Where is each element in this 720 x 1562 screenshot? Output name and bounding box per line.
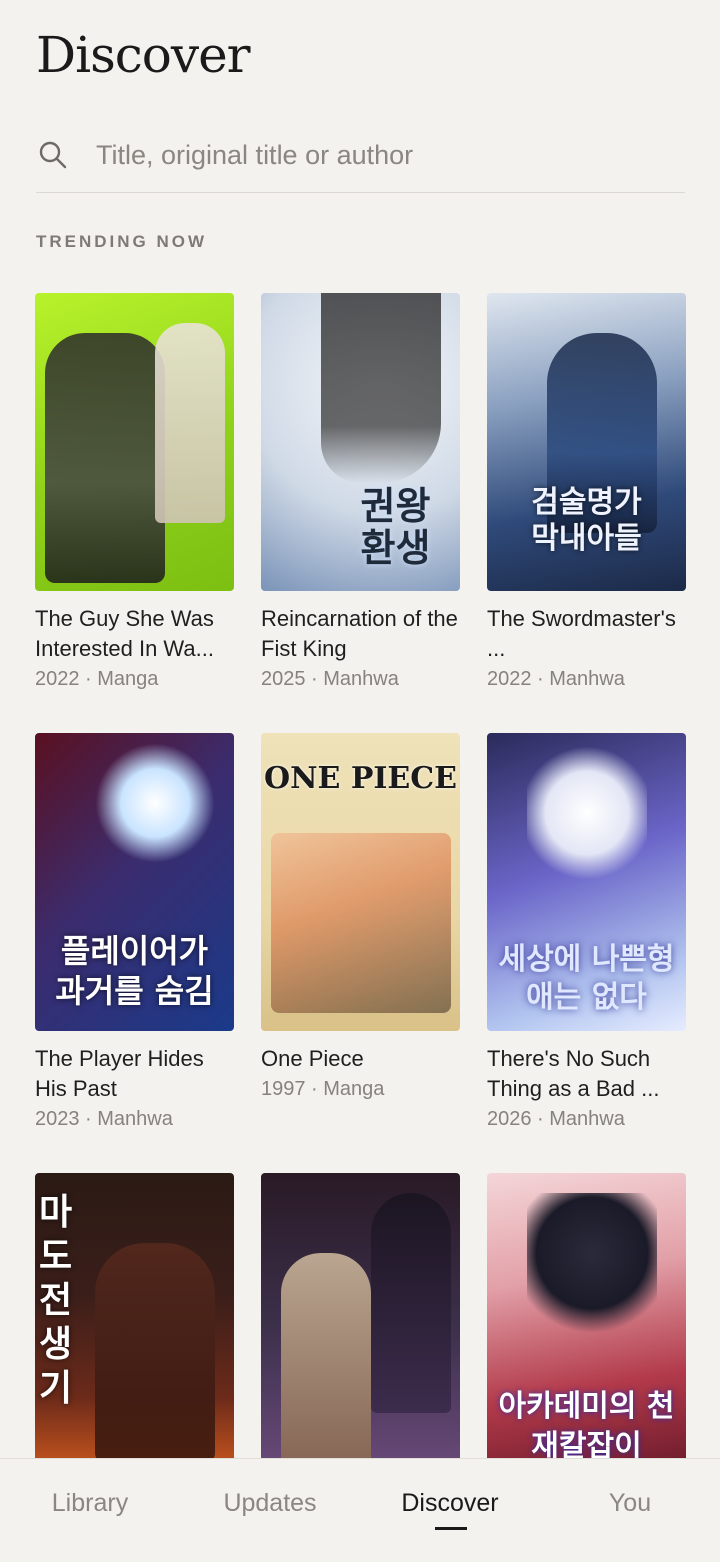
search-bar[interactable] bbox=[36, 118, 685, 193]
card-meta: 2022 · Manga bbox=[35, 668, 159, 690]
title-card[interactable]: 검술명가 막내아들 The Swordmaster's ... 2022 · M… bbox=[487, 293, 686, 694]
tab-library[interactable]: Library bbox=[0, 1489, 180, 1518]
bottom-tab-bar: Library Updates Discover You bbox=[0, 1458, 720, 1562]
title-card[interactable]: 마도전생기 bbox=[35, 1173, 234, 1458]
search-icon bbox=[39, 141, 67, 169]
card-meta: 2022 · Manhwa bbox=[487, 668, 625, 690]
cover-title-text: ONE PIECE bbox=[263, 761, 458, 796]
card-title: The Guy She Was Interested In Wa... bbox=[35, 606, 214, 661]
tab-updates[interactable]: Updates bbox=[180, 1489, 360, 1518]
cover-image[interactable]: 검술명가 막내아들 bbox=[487, 293, 686, 591]
card-title: The Player Hides His Past bbox=[35, 1046, 204, 1101]
cover-title-text: 권왕 환생 bbox=[360, 484, 431, 570]
cover-title-text: 세상에 나쁜형애는 없다 bbox=[498, 942, 675, 1015]
cover-title-text: 마도전생기 bbox=[39, 1192, 73, 1409]
cover-image[interactable]: ONE PIECE bbox=[261, 733, 460, 1031]
title-card[interactable]: 권왕 환생 Reincarnation of the Fist King 202… bbox=[261, 293, 460, 694]
title-card[interactable]: The Guy She Was Interested In Wa... 2022… bbox=[35, 293, 234, 694]
title-card[interactable]: 플레이어가 과거를 숨김 The Player Hides His Past 2… bbox=[35, 733, 234, 1134]
card-title: Reincarnation of the Fist King bbox=[261, 606, 458, 661]
cover-image[interactable]: 세상에 나쁜형애는 없다 bbox=[487, 733, 686, 1031]
section-heading-trending: TRENDING NOW bbox=[36, 232, 208, 251]
cover-image[interactable] bbox=[261, 1173, 460, 1458]
cover-title-text: 아카데미의 천재칼잡이 bbox=[498, 1389, 675, 1458]
active-tab-indicator bbox=[435, 1527, 467, 1530]
card-title: The Swordmaster's ... bbox=[487, 606, 676, 661]
card-title: There's No Such Thing as a Bad ... bbox=[487, 1046, 660, 1101]
cover-image[interactable] bbox=[35, 293, 234, 591]
cover-title-text: 플레이어가 과거를 숨김 bbox=[55, 932, 214, 1010]
cover-image[interactable]: 아카데미의 천재칼잡이 bbox=[487, 1173, 686, 1458]
tab-discover[interactable]: Discover bbox=[360, 1489, 540, 1518]
cover-title-text: 검술명가 막내아들 bbox=[531, 485, 642, 556]
search-input[interactable] bbox=[94, 138, 658, 172]
page-title: Discover bbox=[36, 26, 251, 84]
title-card[interactable]: 세상에 나쁜형애는 없다 There's No Such Thing as a … bbox=[487, 733, 686, 1134]
title-card[interactable]: ONE PIECE One Piece 1997 · Manga bbox=[261, 733, 460, 1104]
card-meta: 2025 · Manhwa bbox=[261, 668, 399, 690]
card-meta: 2026 · Manhwa bbox=[487, 1108, 625, 1130]
card-meta: 2023 · Manhwa bbox=[35, 1108, 173, 1130]
card-meta: 1997 · Manga bbox=[261, 1078, 385, 1100]
cover-image[interactable]: 마도전생기 bbox=[35, 1173, 234, 1458]
card-title: One Piece bbox=[261, 1046, 364, 1071]
tab-you[interactable]: You bbox=[540, 1489, 720, 1518]
title-card[interactable]: 아카데미의 천재칼잡이 bbox=[487, 1173, 686, 1458]
trending-grid: The Guy She Was Interested In Wa... 2022… bbox=[35, 293, 687, 1458]
cover-image[interactable]: 플레이어가 과거를 숨김 bbox=[35, 733, 234, 1031]
cover-image[interactable]: 권왕 환생 bbox=[261, 293, 460, 591]
title-card[interactable] bbox=[261, 1173, 460, 1458]
